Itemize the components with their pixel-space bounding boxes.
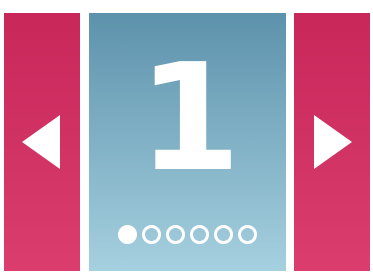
pagination-dot[interactable] xyxy=(238,225,257,244)
pagination-dot[interactable] xyxy=(190,225,209,244)
previous-slide-button[interactable] xyxy=(4,13,80,271)
pagination-dot[interactable] xyxy=(166,225,185,244)
triangle-left-icon xyxy=(22,115,60,169)
pagination-dot[interactable] xyxy=(142,225,161,244)
slide-number: 1 xyxy=(138,32,241,204)
pagination-dots xyxy=(89,225,286,249)
slide-panel: 1 xyxy=(89,13,286,271)
pagination-dot[interactable] xyxy=(214,225,233,244)
next-slide-button[interactable] xyxy=(294,13,370,271)
triangle-right-icon xyxy=(314,115,352,169)
pagination-dot-active[interactable] xyxy=(118,225,137,244)
image-slider: 1 xyxy=(0,0,373,277)
